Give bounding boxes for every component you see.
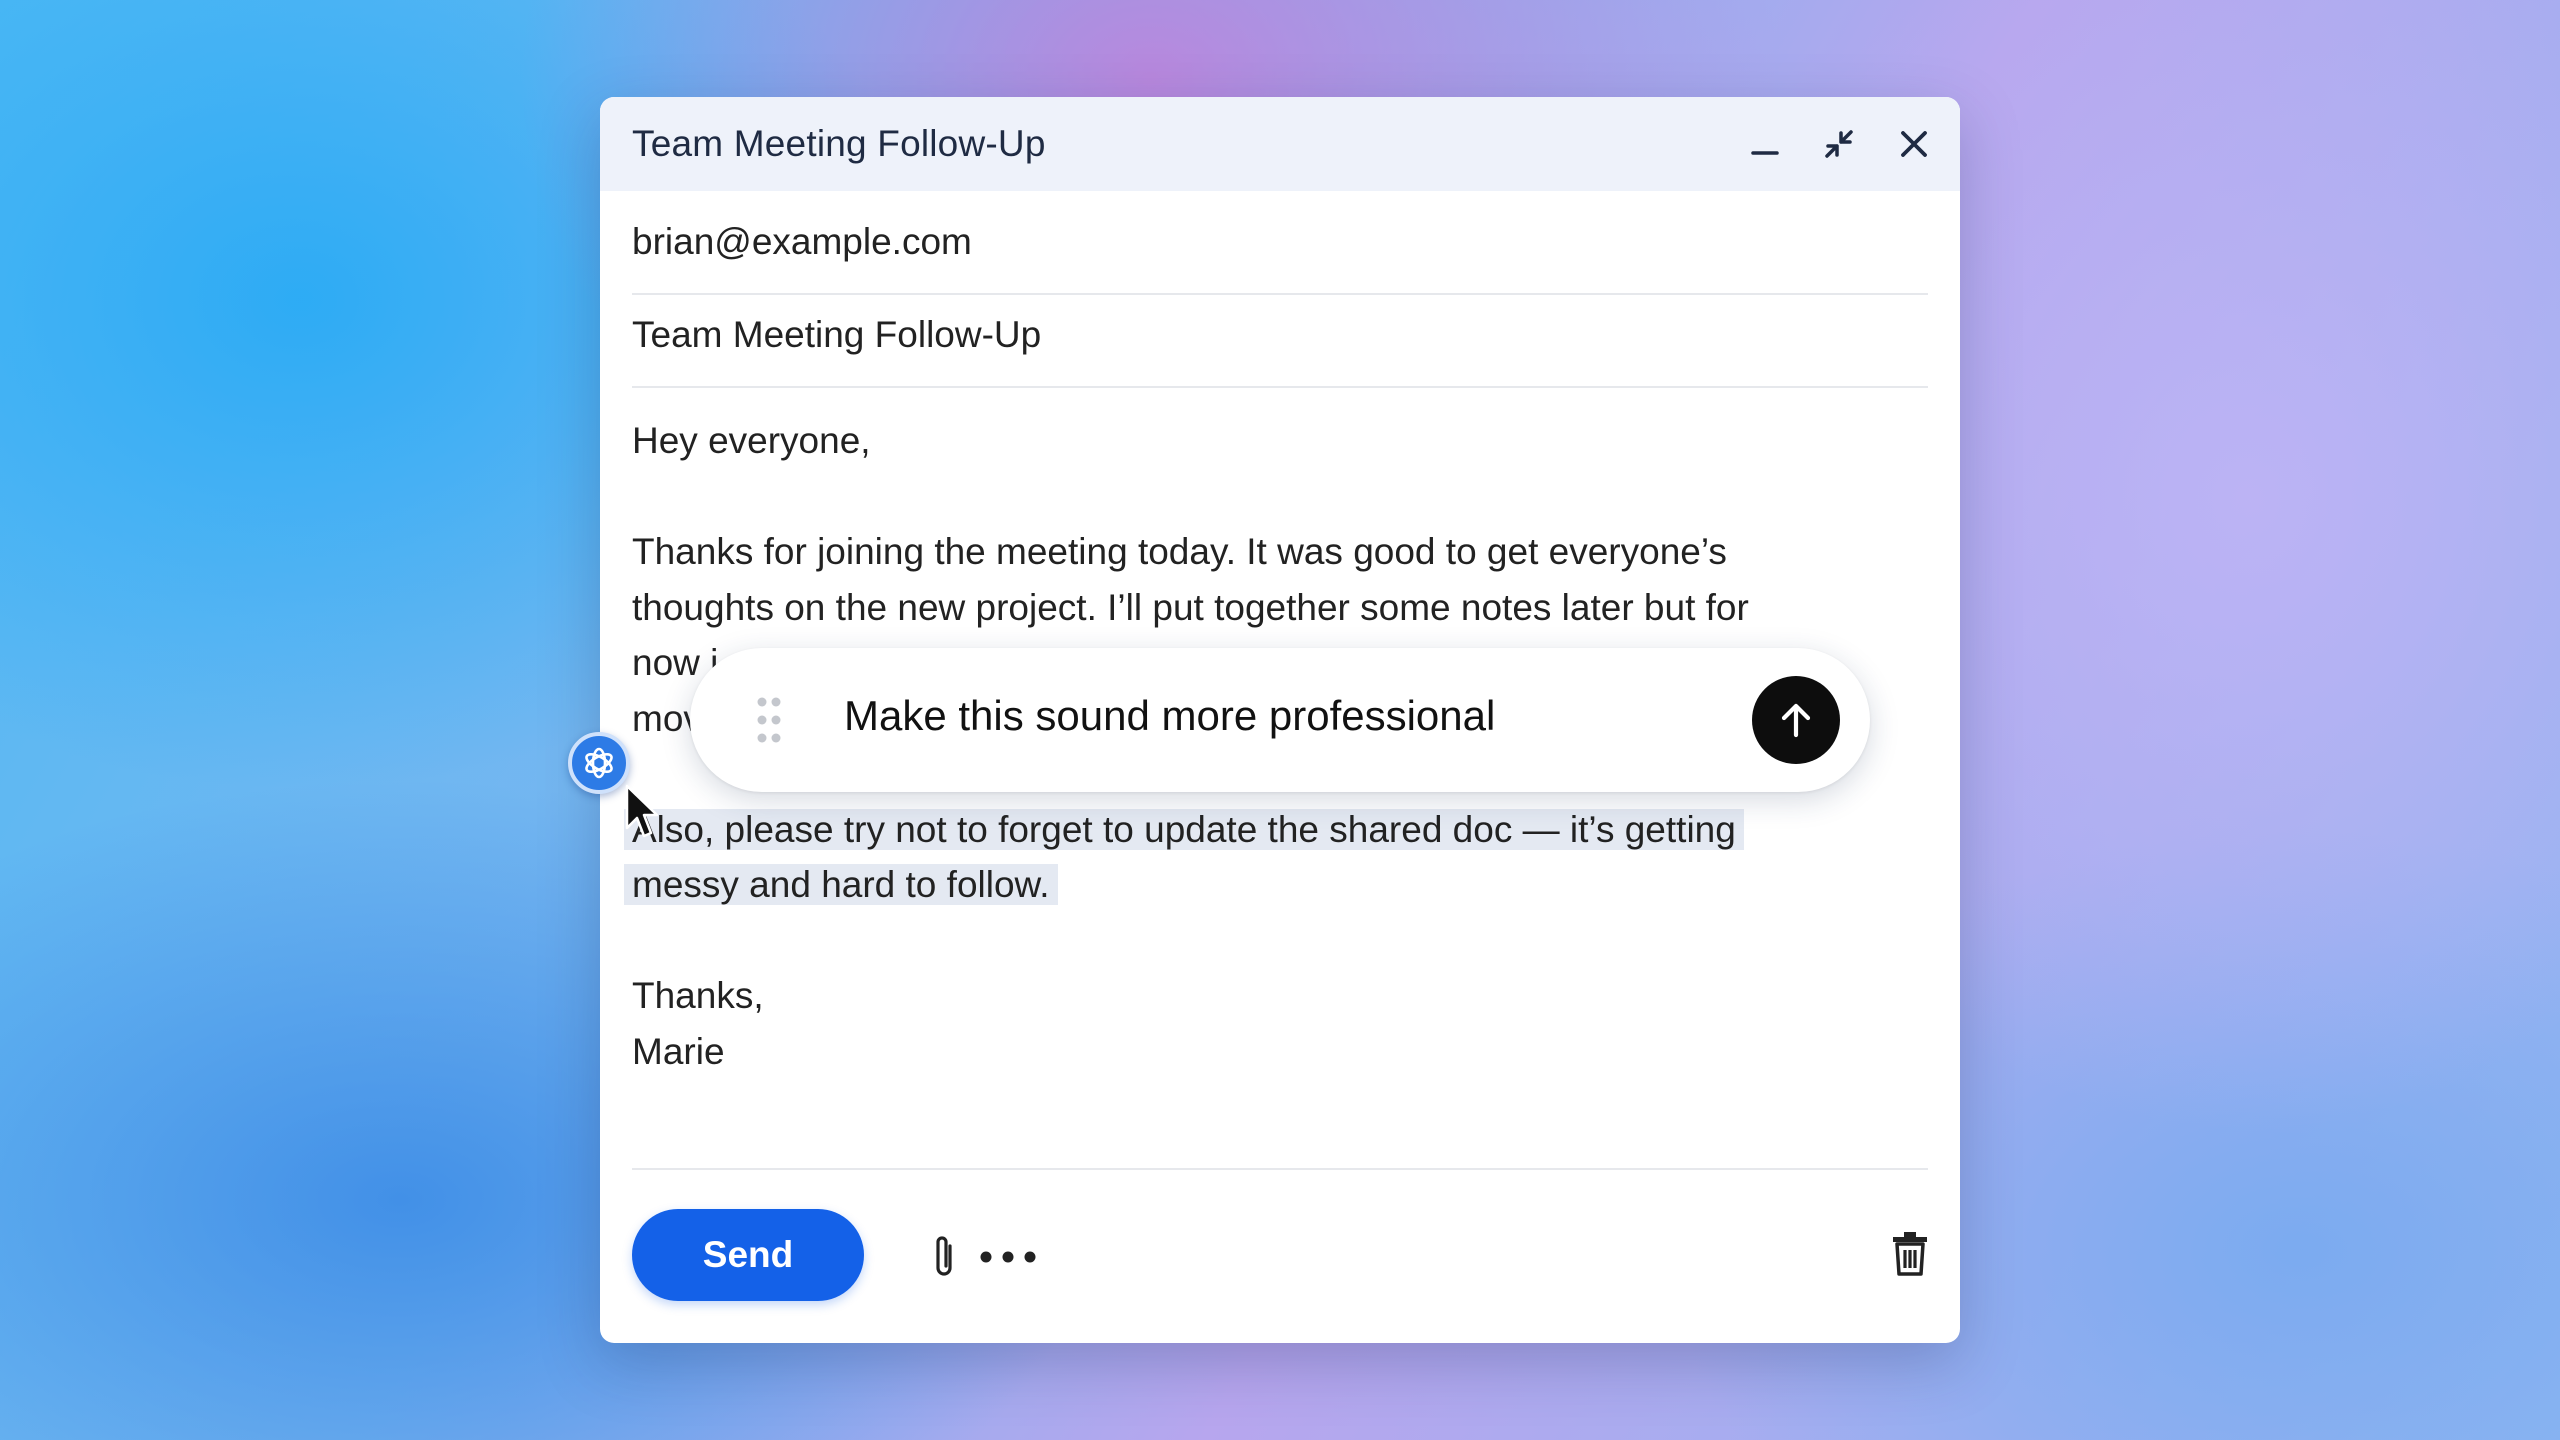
send-button[interactable]: Send (632, 1209, 864, 1301)
more-options-button[interactable] (976, 1237, 1040, 1277)
close-button[interactable] (1889, 119, 1939, 169)
shrink-icon (1825, 130, 1853, 158)
openai-icon (585, 747, 613, 779)
footer-divider (632, 1168, 1928, 1170)
trash-icon (1893, 1232, 1927, 1276)
minimize-icon (1751, 151, 1779, 155)
exit-fullscreen-button[interactable] (1814, 119, 1864, 169)
minimize-button[interactable] (1740, 119, 1790, 169)
discard-button[interactable] (1888, 1227, 1932, 1279)
body-line: thoughts on the new project. I’ll put to… (632, 586, 1749, 628)
subject-field[interactable]: Team Meeting Follow-Up (632, 314, 1928, 388)
ai-submit-button[interactable] (1752, 676, 1840, 764)
mouse-pointer-icon (625, 784, 658, 838)
more-icon (980, 1251, 1036, 1263)
compose-titlebar: Team Meeting Follow-Up (600, 97, 1960, 191)
drag-handle-icon[interactable] (754, 696, 784, 744)
to-field[interactable]: brian@example.com (632, 221, 1928, 295)
signature-line: Marie (632, 1030, 725, 1072)
ai-prompt-input[interactable]: Make this sound more professional (844, 692, 1495, 740)
selected-text[interactable]: messy and hard to follow. (632, 864, 1050, 905)
attach-button[interactable] (922, 1231, 966, 1281)
ai-prompt-bar[interactable]: Make this sound more professional (690, 648, 1870, 792)
paperclip-icon (936, 1236, 952, 1276)
signoff-line: Thanks, (632, 975, 764, 1016)
subject-value: Team Meeting Follow-Up (632, 314, 1042, 355)
close-icon (1901, 131, 1927, 157)
ai-assistant-button[interactable] (568, 732, 630, 794)
greeting-line: Hey everyone, (632, 420, 871, 461)
to-value: brian@example.com (632, 221, 972, 262)
selected-text[interactable]: Also, please try not to forget to update… (632, 808, 1736, 850)
arrow-up-icon (1781, 703, 1811, 738)
body-line: Thanks for joining the meeting today. It… (632, 531, 1727, 572)
compose-title: Team Meeting Follow-Up (632, 123, 1046, 164)
